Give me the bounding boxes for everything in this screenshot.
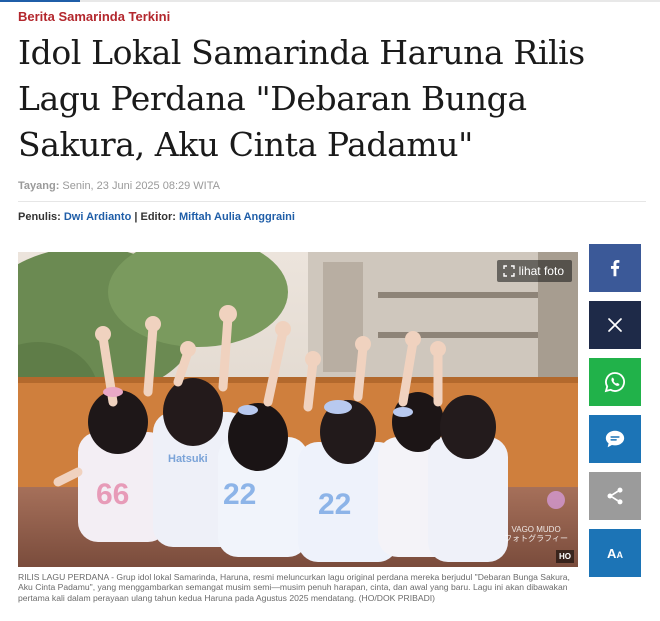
- byline: Penulis: Dwi Ardianto | Editor: Miftah A…: [18, 211, 295, 223]
- x-icon: [608, 318, 622, 332]
- share-icon: [607, 487, 623, 505]
- article-photo[interactable]: 66 22 22 Hatsuki lihat foto VAGO MUDO フォ…: [18, 252, 578, 567]
- photo-illustration: 66 22 22 Hatsuki: [18, 252, 578, 567]
- editor-label: Editor:: [140, 211, 176, 223]
- meta-divider: [18, 201, 646, 202]
- share-button[interactable]: [589, 472, 641, 520]
- watermark-line1: VAGO MUDO: [511, 525, 561, 534]
- view-photo-label: lihat foto: [518, 264, 564, 278]
- publish-time: Senin, 23 Juni 2025 08:29 WITA: [62, 180, 220, 192]
- x-share-button[interactable]: [589, 301, 641, 349]
- byline-separator: |: [134, 211, 138, 223]
- svg-text:66: 66: [96, 478, 129, 511]
- view-photo-button[interactable]: lihat foto: [496, 260, 572, 282]
- facebook-share-button[interactable]: [589, 244, 641, 292]
- svg-text:22: 22: [223, 478, 256, 511]
- writer-link[interactable]: Dwi Ardianto: [64, 211, 131, 223]
- svg-text:22: 22: [318, 488, 351, 521]
- editor-link[interactable]: Miftah Aulia Anggraini: [179, 211, 295, 223]
- article-headline: Idol Lokal Samarinda Haruna Rilis Lagu P…: [18, 33, 585, 164]
- photo-credit-badge: HO: [556, 550, 574, 563]
- font-size-button[interactable]: AA: [589, 529, 641, 577]
- facebook-icon: [610, 260, 620, 277]
- share-bar: AA: [589, 244, 641, 586]
- writer-label: Penulis:: [18, 211, 61, 223]
- photo-caption: RILIS LAGU PERDANA - Grup idol lokal Sam…: [18, 572, 570, 603]
- font-size-sub: A: [616, 549, 623, 560]
- comment-icon: [605, 430, 625, 448]
- category-kicker[interactable]: Berita Samarinda Terkini: [18, 9, 170, 24]
- whatsapp-icon: [604, 372, 625, 393]
- whatsapp-share-button[interactable]: [589, 358, 641, 406]
- expand-icon: [502, 265, 515, 277]
- top-rule-accent: [0, 0, 80, 2]
- font-size-icon: AA: [607, 546, 623, 561]
- top-rule: [0, 0, 660, 2]
- photo-watermark: VAGO MUDO フォトグラフィー: [504, 525, 568, 543]
- svg-text:Hatsuki: Hatsuki: [168, 453, 208, 465]
- publish-label: Tayang:: [18, 180, 60, 192]
- comment-button[interactable]: [589, 415, 641, 463]
- publish-info: Tayang: Senin, 23 Juni 2025 08:29 WITA: [18, 180, 220, 192]
- watermark-line2: フォトグラフィー: [504, 534, 568, 543]
